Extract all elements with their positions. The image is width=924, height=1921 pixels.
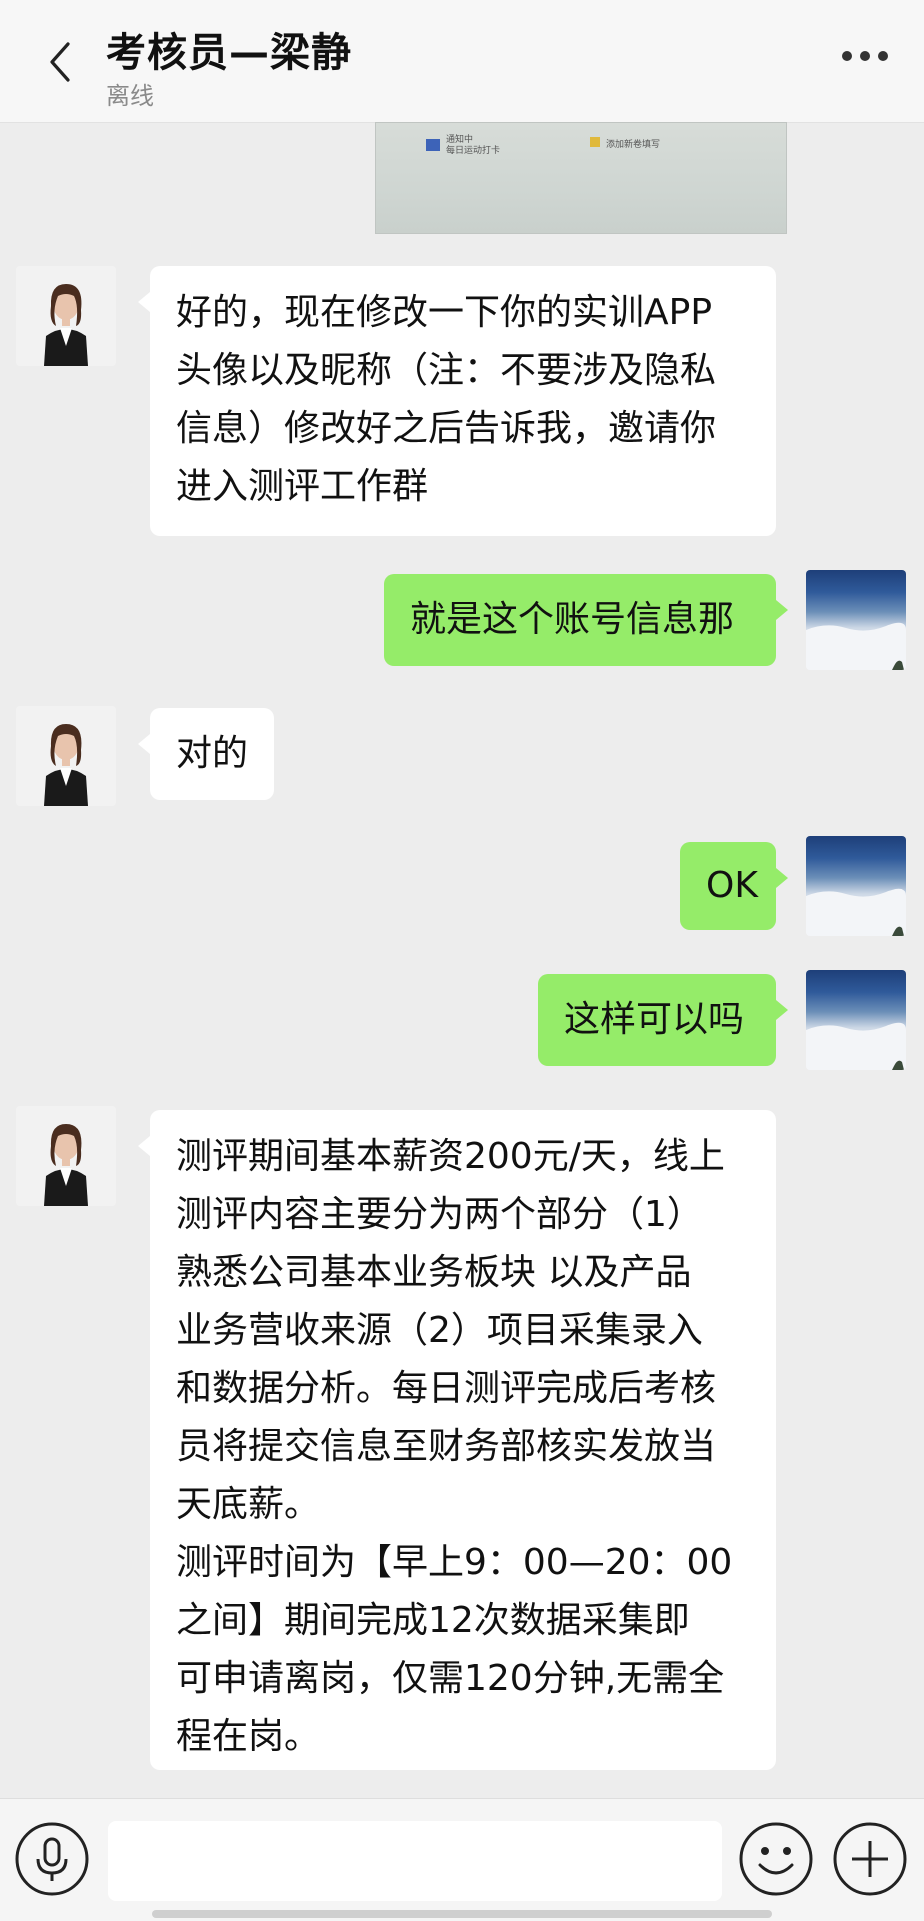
message-bubble-incoming[interactable]: 对的 bbox=[138, 708, 274, 800]
message-bubble-outgoing[interactable]: OK bbox=[680, 842, 788, 930]
sky-avatar-icon bbox=[806, 1022, 906, 1070]
message-bubble-incoming[interactable]: 测评期间基本薪资200元/天，线上 测评内容主要分为两个部分（1） 熟悉公司基本… bbox=[138, 1110, 776, 1770]
chat-header: 考核员—梁静 离线 bbox=[0, 0, 924, 123]
preview-text-add: 添加新卷填写 bbox=[606, 140, 661, 150]
home-indicator bbox=[152, 1910, 772, 1918]
person-avatar-icon bbox=[16, 266, 116, 366]
avatar[interactable] bbox=[16, 706, 116, 806]
app-icon bbox=[426, 139, 440, 151]
avatar[interactable] bbox=[16, 266, 116, 366]
microphone-icon[interactable] bbox=[14, 1821, 90, 1897]
preview-text-checkin: 每日运动打卡 bbox=[446, 146, 501, 156]
input-toolbar bbox=[0, 1798, 924, 1921]
more-dots-icon[interactable] bbox=[842, 46, 898, 70]
person-avatar-icon bbox=[16, 1106, 116, 1206]
sky-avatar-icon bbox=[806, 888, 906, 936]
app-icon bbox=[590, 137, 600, 147]
contact-status: 离线 bbox=[106, 82, 154, 110]
sky-avatar-icon bbox=[806, 622, 906, 670]
chat-title: 考核员—梁静 bbox=[106, 30, 352, 76]
plus-icon[interactable] bbox=[832, 1821, 908, 1897]
message-list[interactable]: 通知中 每日运动打卡 添加新卷填写 好的，现在修改一下你的实训APP 头像以及昵… bbox=[0, 122, 924, 1798]
chevron-left-icon[interactable] bbox=[44, 40, 74, 84]
my-avatar[interactable] bbox=[806, 970, 906, 1070]
avatar[interactable] bbox=[16, 1106, 116, 1206]
message-bubble-outgoing[interactable]: 就是这个账号信息那 bbox=[384, 574, 788, 666]
person-avatar-icon bbox=[16, 706, 116, 806]
my-avatar[interactable] bbox=[806, 836, 906, 936]
message-bubble-incoming[interactable]: 好的，现在修改一下你的实训APP 头像以及昵称（注：不要涉及隐私 信息）修改好之… bbox=[138, 266, 776, 536]
smiley-icon[interactable] bbox=[738, 1821, 814, 1897]
message-input[interactable] bbox=[108, 1821, 722, 1901]
message-bubble-outgoing[interactable]: 这样可以吗 bbox=[538, 974, 788, 1066]
my-avatar[interactable] bbox=[806, 570, 906, 670]
shared-screenshot-image[interactable]: 通知中 每日运动打卡 添加新卷填写 bbox=[375, 122, 787, 234]
